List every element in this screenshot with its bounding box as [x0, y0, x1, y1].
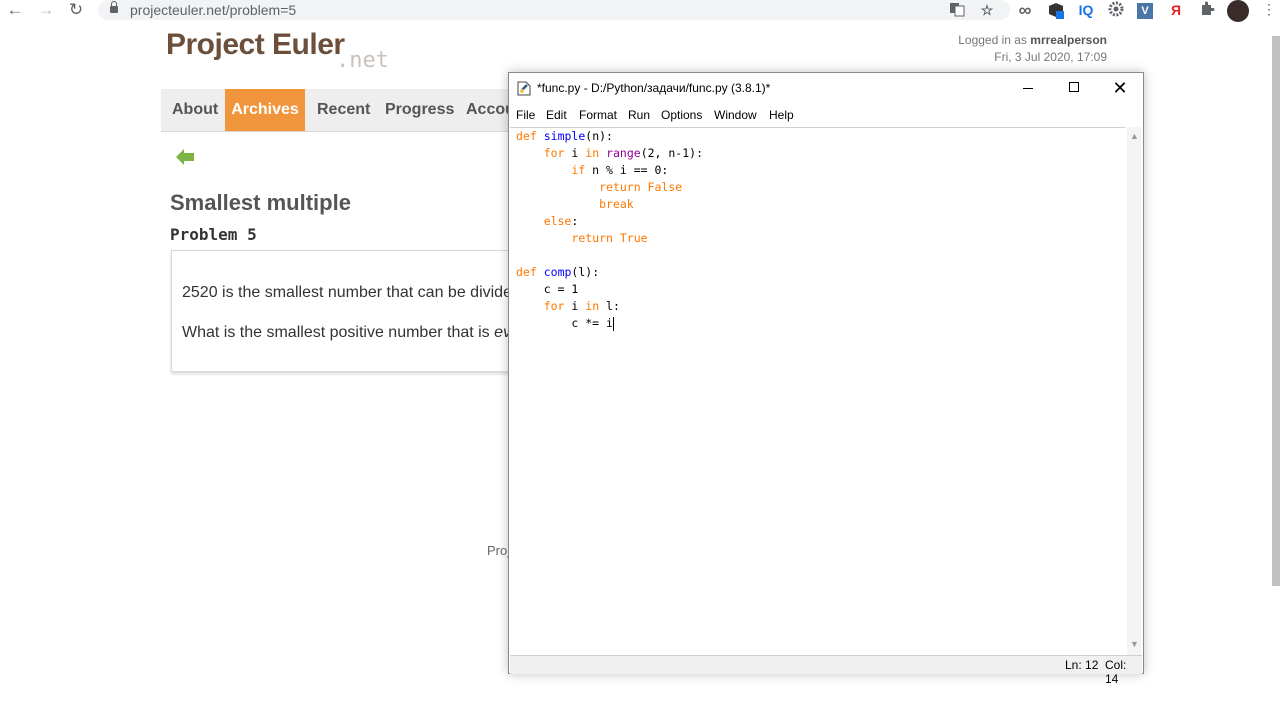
back-arrow-icon[interactable] [175, 148, 195, 166]
translate-icon[interactable] [947, 1, 967, 21]
minimize-icon [1023, 88, 1033, 89]
nav-progress[interactable]: Progress [385, 89, 454, 131]
footer-text: Proj [487, 543, 511, 558]
problem-number: Problem 5 [170, 225, 257, 244]
code-line-2: for i in range(2, n-1): [543, 146, 703, 160]
box-icon[interactable] [1046, 1, 1066, 21]
reload-button[interactable]: ↻ [66, 1, 86, 21]
site-logo-suffix: .net [336, 48, 389, 73]
editor-scrollbar[interactable]: ▲ ▼ [1127, 127, 1141, 655]
site-nav: About Archives Recent Progress Accou [161, 89, 521, 132]
close-button[interactable]: ✕ [1097, 73, 1143, 103]
code-line-7: return True [571, 231, 648, 245]
problem-line-1: 2520 is the smallest number that can be … [182, 284, 521, 301]
page-scrollbar[interactable] [1272, 36, 1280, 586]
code-line-6: else: [543, 214, 579, 228]
problem-line-2-text: What is the smallest positive number tha… [182, 324, 495, 341]
nav-recent[interactable]: Recent [317, 89, 370, 131]
iq-extension-icon[interactable]: IQ [1076, 1, 1096, 21]
menu-edit[interactable]: Edit [546, 108, 567, 122]
lock-icon [110, 1, 118, 13]
menu-format[interactable]: Format [579, 108, 617, 122]
minimize-button[interactable] [1005, 73, 1051, 103]
code-line-10: c = 1 [516, 282, 579, 296]
status-column: Col: 14 [1105, 658, 1127, 686]
idle-editor-window: *func.py - D:/Python/задачи/func.py (3.8… [508, 72, 1144, 686]
v-extension-icon[interactable]: V [1137, 3, 1153, 19]
editor-statusbar: Ln: 12 Col: 14 [510, 655, 1142, 686]
nav-archives[interactable]: Archives [225, 89, 305, 131]
yandex-icon[interactable]: Я [1166, 1, 1186, 21]
python-file-icon [517, 81, 531, 96]
login-prefix: Logged in as [958, 33, 1031, 47]
menu-file[interactable]: File [516, 108, 535, 122]
back-button[interactable]: ← [5, 1, 25, 21]
maximize-icon [1069, 82, 1079, 92]
star-icon[interactable]: ☆ [977, 1, 997, 21]
site-logo[interactable]: Project Euler [166, 28, 345, 62]
login-datetime: Fri, 3 Jul 2020, 17:09 [994, 50, 1107, 64]
menu-options[interactable]: Options [661, 108, 702, 122]
username[interactable]: mrrealperson [1030, 33, 1107, 47]
problem-line-2: What is the smallest positive number tha… [182, 324, 520, 342]
nav-about[interactable]: About [172, 89, 218, 131]
idle-menubar: File Edit Format Run Options Window Help [509, 104, 1143, 126]
menu-icon[interactable]: ⋮ [1262, 1, 1276, 18]
browser-toolbar: ← → ↻ projecteuler.net/problem=5 ☆ ∞ IQ … [0, 0, 1280, 22]
infinity-icon[interactable]: ∞ [1015, 1, 1035, 21]
login-info: Logged in as mrrealperson Fri, 3 Jul 202… [900, 32, 1107, 66]
problem-content: 2520 is the smallest number that can be … [171, 250, 523, 372]
scroll-down-icon[interactable]: ▼ [1130, 639, 1139, 649]
code-line-1: def simple(n): [516, 129, 613, 143]
maximize-button[interactable] [1051, 73, 1097, 103]
window-titlebar[interactable]: *func.py - D:/Python/задачи/func.py (3.8… [509, 73, 1143, 103]
menu-window[interactable]: Window [714, 108, 757, 122]
code-line-9: def comp(l): [516, 265, 600, 279]
code-line-3: if n % i == 0: [571, 163, 669, 177]
code-editor[interactable]: def simple(n): for i in range(2, n-1): i… [510, 127, 1125, 656]
status-line: Ln: 12 [1065, 658, 1099, 672]
code-line-12: c *= i [516, 316, 614, 331]
profile-avatar[interactable] [1227, 0, 1249, 22]
code-line-5: break [599, 197, 634, 211]
window-title: *func.py - D:/Python/задачи/func.py (3.8… [537, 81, 771, 95]
address-bar[interactable]: projecteuler.net/problem=5 [98, 0, 1010, 20]
puzzle-icon[interactable] [1197, 1, 1217, 21]
scroll-up-icon[interactable]: ▲ [1130, 131, 1139, 141]
gear-icon[interactable] [1106, 1, 1126, 21]
forward-button[interactable]: → [36, 1, 56, 21]
code-line-4: return False [599, 180, 683, 194]
menu-help[interactable]: Help [769, 108, 794, 122]
text-cursor [612, 316, 614, 331]
url-text[interactable]: projecteuler.net/problem=5 [130, 2, 296, 18]
code-line-11: for i in l: [543, 299, 620, 313]
problem-title: Smallest multiple [170, 190, 351, 215]
menu-run[interactable]: Run [628, 108, 650, 122]
